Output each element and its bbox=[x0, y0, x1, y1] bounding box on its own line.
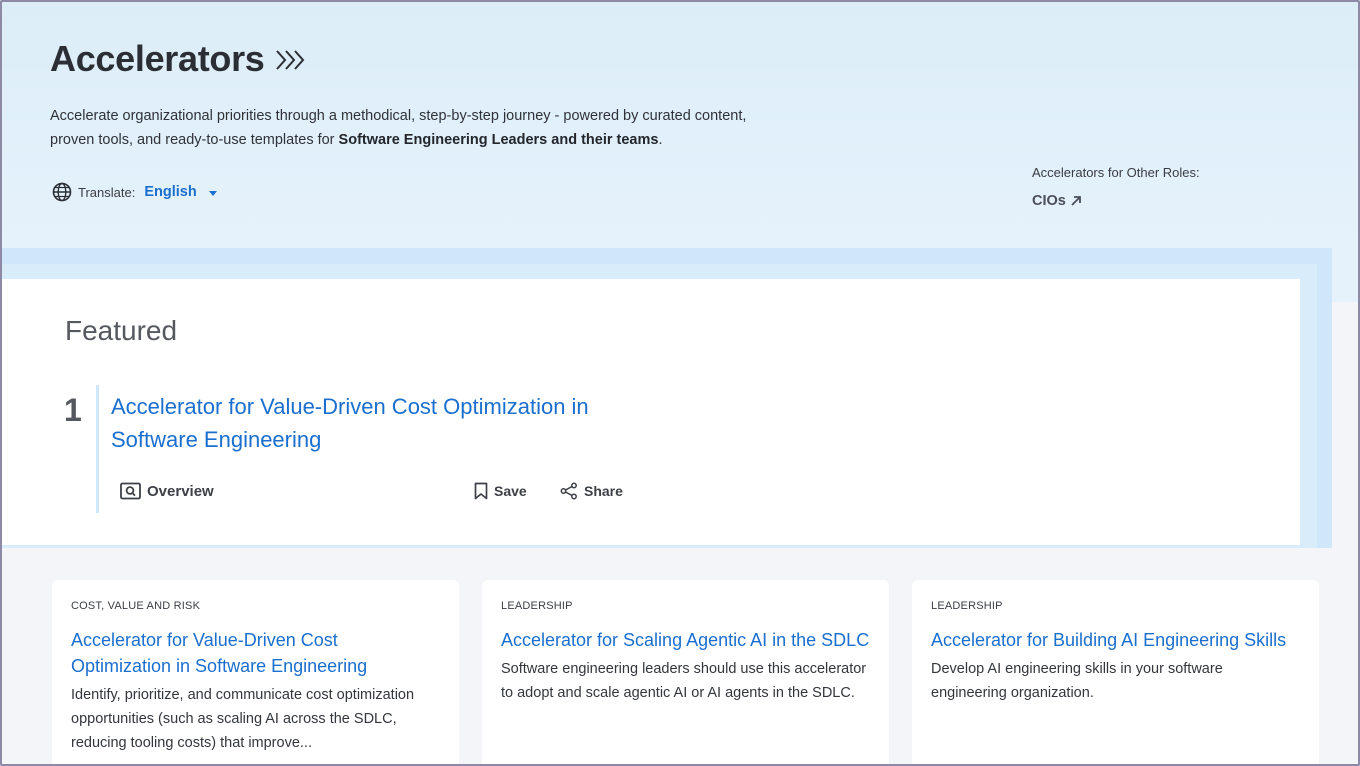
accelerator-cards: COST, VALUE AND RISK Accelerator for Val… bbox=[2, 548, 1358, 764]
translate-label: Translate: bbox=[78, 184, 136, 200]
card-category: LEADERSHIP bbox=[501, 600, 573, 612]
translate-control[interactable]: Translate: English bbox=[52, 180, 217, 204]
overview-button[interactable]: Overview bbox=[120, 480, 214, 502]
arrow-up-right-icon bbox=[1071, 196, 1081, 206]
accelerator-card[interactable]: LEADERSHIP Accelerator for Building AI E… bbox=[912, 580, 1319, 764]
cios-link-label[interactable]: CIOs bbox=[1032, 193, 1066, 209]
share-label: Share bbox=[584, 483, 623, 499]
other-roles-label: Accelerators for Other Roles: bbox=[1032, 165, 1200, 180]
page-title: Accelerators bbox=[50, 38, 265, 79]
page-frame: Accelerators Accelerate organizational p… bbox=[0, 0, 1360, 766]
share-icon bbox=[560, 482, 577, 500]
accelerator-card[interactable]: COST, VALUE AND RISK Accelerator for Val… bbox=[52, 580, 459, 764]
card-title-link[interactable]: Accelerator for Building AI Engineering … bbox=[931, 627, 1300, 653]
chevrons-right-icon bbox=[276, 50, 305, 70]
card-category: COST, VALUE AND RISK bbox=[71, 600, 201, 612]
card-description: Develop AI engineering skills in your so… bbox=[931, 661, 1223, 701]
bookmark-icon bbox=[474, 482, 488, 500]
card-title-link[interactable]: Accelerator for Scaling Agentic AI in th… bbox=[501, 627, 870, 653]
overview-icon bbox=[120, 482, 141, 500]
description-end: . bbox=[658, 132, 663, 148]
share-button[interactable]: Share bbox=[560, 480, 623, 502]
other-roles: Accelerators for Other Roles: CIOs bbox=[1032, 165, 1200, 209]
card-category: LEADERSHIP bbox=[931, 600, 1003, 612]
featured-heading: Featured bbox=[65, 315, 178, 346]
language-dropdown[interactable]: English bbox=[144, 184, 196, 200]
page-description: Accelerate organizational priorities thr… bbox=[50, 104, 770, 152]
accelerator-card[interactable]: LEADERSHIP Accelerator for Scaling Agent… bbox=[482, 580, 889, 764]
card-description: Software engineering leaders should use … bbox=[501, 661, 867, 701]
featured-accent-bar bbox=[96, 385, 99, 513]
card-description: Identify, prioritize, and communicate co… bbox=[71, 687, 415, 751]
caret-down-icon[interactable] bbox=[208, 190, 217, 196]
save-label: Save bbox=[494, 483, 527, 499]
card-title-link[interactable]: Accelerator for Value-Driven Cost Optimi… bbox=[71, 627, 440, 679]
save-button[interactable]: Save bbox=[474, 480, 527, 502]
featured-rank: 1 bbox=[64, 392, 82, 428]
featured-title-link[interactable]: Accelerator for Value-Driven Cost Optimi… bbox=[111, 390, 671, 456]
globe-icon bbox=[52, 182, 72, 202]
cios-link[interactable]: CIOs bbox=[1032, 193, 1200, 209]
description-audience: Software Engineering Leaders and their t… bbox=[338, 132, 659, 148]
overview-label: Overview bbox=[147, 482, 214, 500]
